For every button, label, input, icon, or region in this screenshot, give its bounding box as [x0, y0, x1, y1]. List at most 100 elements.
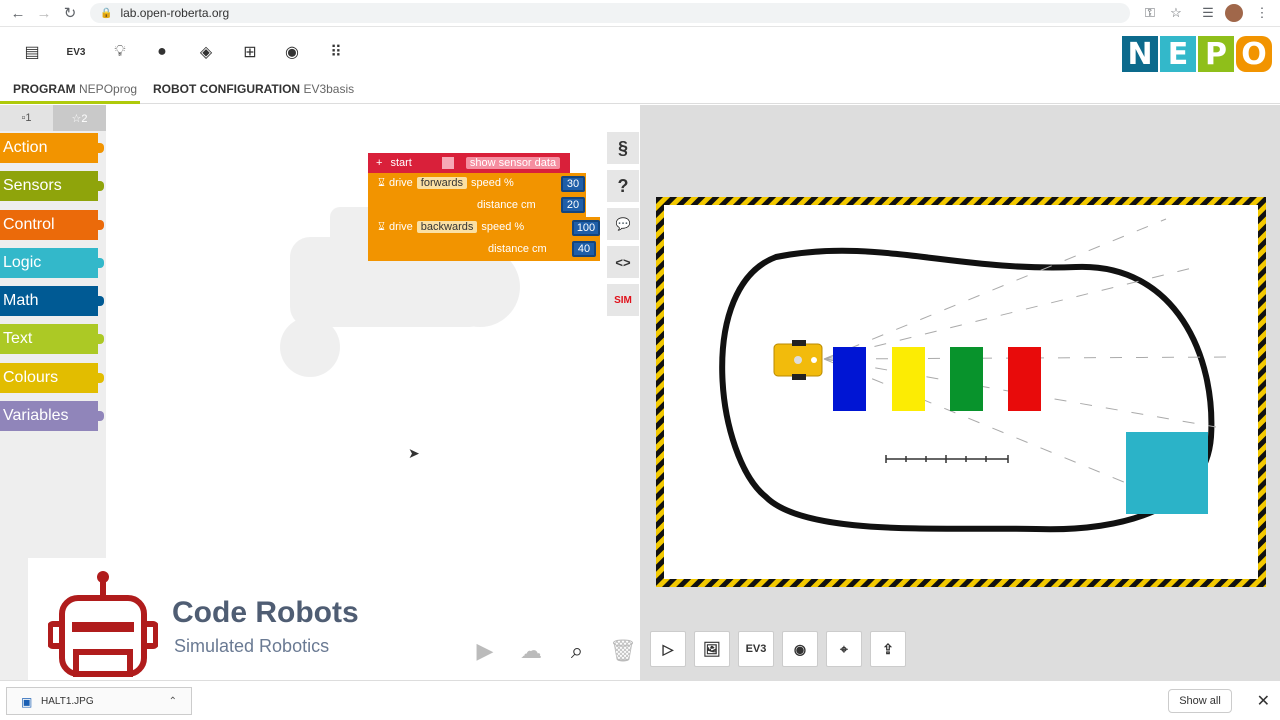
config-name: EV3basis — [303, 82, 355, 96]
reload-icon[interactable]: ↻ — [58, 1, 82, 25]
distance-label-1: distance cm — [477, 199, 536, 211]
distance-label-row-2: distance cm — [488, 243, 547, 255]
download-item[interactable]: ▣ HALT1.JPG ⌃ — [6, 687, 192, 715]
play-icon[interactable]: ▷ — [650, 631, 686, 667]
zoom-icon[interactable]: ⌕ — [562, 636, 592, 666]
star-icon[interactable]: ☆ — [1164, 2, 1188, 24]
category-control[interactable]: Control — [0, 210, 104, 240]
ev3-view-button[interactable]: EV3 — [738, 631, 774, 667]
direction-dropdown-1[interactable]: forwards — [416, 177, 467, 189]
code-icon-button[interactable]: § — [607, 132, 639, 164]
download-file-name: HALT1.JPG — [41, 695, 94, 707]
browser-toolbar: ← → ↻ 🔒 lab.open-roberta.org ⚿ ☆ ☰ ⋮ — [0, 0, 1280, 27]
speed-label-2: speed % — [481, 221, 525, 233]
category-variables[interactable]: Variables — [0, 401, 104, 431]
distance-value-2[interactable]: 40 — [572, 241, 596, 257]
tab-config-label: ROBOT CONFIGURATION — [153, 82, 301, 96]
category-text[interactable]: Text — [0, 324, 104, 354]
red-block — [1008, 347, 1041, 411]
download-bar: ▣ HALT1.JPG ⌃ Show all ✕ — [0, 680, 1280, 720]
education-icon[interactable]: ◈ — [194, 40, 218, 64]
toolbox-tab-expert[interactable]: ☆2 — [53, 105, 106, 131]
apps-grid-icon[interactable]: ⠿ — [324, 40, 348, 64]
cyan-block — [1126, 432, 1208, 514]
distance-label-row-1: distance cm — [477, 199, 536, 211]
drive-backwards-block[interactable]: ⌛︎ drive backwards speed % — [368, 217, 600, 261]
drive-icon-2: ⌛︎ — [378, 221, 385, 233]
trash-icon[interactable]: 🗑︎ — [608, 636, 638, 666]
gallery-icon[interactable]: ⊞ — [238, 40, 262, 64]
brand-overlay: Code Robots Simulated Robotics — [28, 558, 418, 680]
robot-ev3-icon[interactable]: EV3 — [64, 40, 88, 64]
robot — [773, 340, 823, 380]
key-icon[interactable]: ⚿ — [1138, 2, 1162, 24]
chevron-up-icon[interactable]: ⌃ — [169, 696, 177, 707]
forward-icon[interactable]: → — [32, 1, 56, 25]
logo-letter-p: P — [1198, 36, 1234, 72]
brand-title: Code Robots — [172, 596, 359, 629]
cloud-upload-icon[interactable]: ☁ — [516, 636, 546, 666]
drive-label-2: drive — [388, 221, 413, 233]
start-plus-icon: + — [376, 157, 383, 169]
language-globe-icon[interactable]: ◉ — [280, 40, 304, 64]
start-block[interactable]: + start show sensor data — [368, 153, 570, 173]
image-icon[interactable]: 🖼︎ — [694, 631, 730, 667]
tab-program-label: PROGRAM — [13, 82, 76, 96]
help-button[interactable]: ? — [607, 170, 639, 202]
start-label: start — [390, 157, 412, 169]
drive-label-1: drive — [388, 177, 413, 189]
comment-button[interactable]: 💬 — [607, 208, 639, 240]
logo-letter-o: O — [1236, 36, 1272, 72]
brand-subtitle: Simulated Robotics — [174, 636, 330, 656]
simulation-panel: ▷ 🖼︎ EV3 ◉ ⌖ ⇪ — [640, 105, 1280, 680]
sensor-icon[interactable]: ◉ — [782, 631, 818, 667]
tab-robot-configuration[interactable]: ROBOT CONFIGURATION EV3basis — [153, 82, 354, 96]
green-block — [950, 347, 983, 411]
program-name: NEPOprog — [79, 82, 138, 96]
category-math[interactable]: Math — [0, 286, 104, 316]
direction-dropdown-2[interactable]: backwards — [416, 221, 478, 233]
distance-value-1[interactable]: 20 — [561, 197, 585, 213]
back-icon[interactable]: ← — [6, 1, 30, 25]
tab-program[interactable]: PROGRAM NEPOprog — [13, 82, 137, 96]
address-bar[interactable]: 🔒 lab.open-roberta.org — [90, 3, 1130, 23]
marker-icon[interactable]: ⌖ — [826, 631, 862, 667]
source-code-button[interactable]: <> — [607, 246, 639, 278]
app-toolbar: ▤ EV3 💡︎ ● ◈ ⊞ ◉ ⠿ N E P O — [0, 28, 1280, 76]
category-sensors[interactable]: Sensors — [0, 171, 104, 201]
program-list-icon[interactable]: ▤ — [20, 40, 44, 64]
mouse-cursor: ➤ — [408, 445, 420, 461]
url-text: lab.open-roberta.org — [120, 6, 230, 20]
run-icon[interactable]: ▶ — [470, 636, 500, 666]
lock-icon: 🔒 — [100, 7, 113, 19]
speed-value-2[interactable]: 100 — [572, 220, 600, 236]
help-lightbulb-icon[interactable]: 💡︎ — [108, 40, 132, 64]
upload-icon[interactable]: ⇪ — [870, 631, 906, 667]
blue-block — [833, 347, 866, 411]
toolbox-tab-beginner[interactable]: ▫1 — [0, 105, 53, 131]
speed-value-1[interactable]: 30 — [561, 176, 585, 192]
active-tab-indicator — [0, 101, 140, 104]
reading-list-icon[interactable]: ☰ — [1196, 2, 1220, 24]
sim-button[interactable]: SIM — [607, 284, 639, 316]
yellow-block — [892, 347, 925, 411]
menu-icon[interactable]: ⋮ — [1250, 2, 1274, 24]
category-logic[interactable]: Logic — [0, 248, 104, 278]
user-icon[interactable]: ● — [150, 40, 174, 64]
image-file-icon: ▣ — [21, 695, 33, 709]
category-action[interactable]: Action — [0, 133, 104, 163]
avatar-icon[interactable] — [1222, 2, 1246, 24]
main-tabs: PROGRAM NEPOprog ROBOT CONFIGURATION EV3… — [0, 76, 1280, 104]
show-sensor-label: show sensor data — [465, 157, 561, 169]
simulation-board[interactable] — [656, 197, 1266, 587]
toolbox-tabs: ▫1 ☆2 — [0, 105, 106, 131]
show-sensor-checkbox[interactable] — [441, 157, 454, 169]
speed-label-1: speed % — [470, 177, 514, 189]
category-colours[interactable]: Colours — [0, 363, 104, 393]
nepo-logo[interactable]: N E P O — [1122, 36, 1272, 72]
workspace-bottom-tools: ▶ ☁ ⌕ 🗑︎ — [470, 635, 638, 667]
distance-label-2: distance cm — [488, 243, 547, 255]
robot-logo — [48, 571, 158, 677]
close-icon[interactable]: ✕ — [1257, 691, 1270, 711]
show-all-button[interactable]: Show all — [1168, 689, 1232, 713]
